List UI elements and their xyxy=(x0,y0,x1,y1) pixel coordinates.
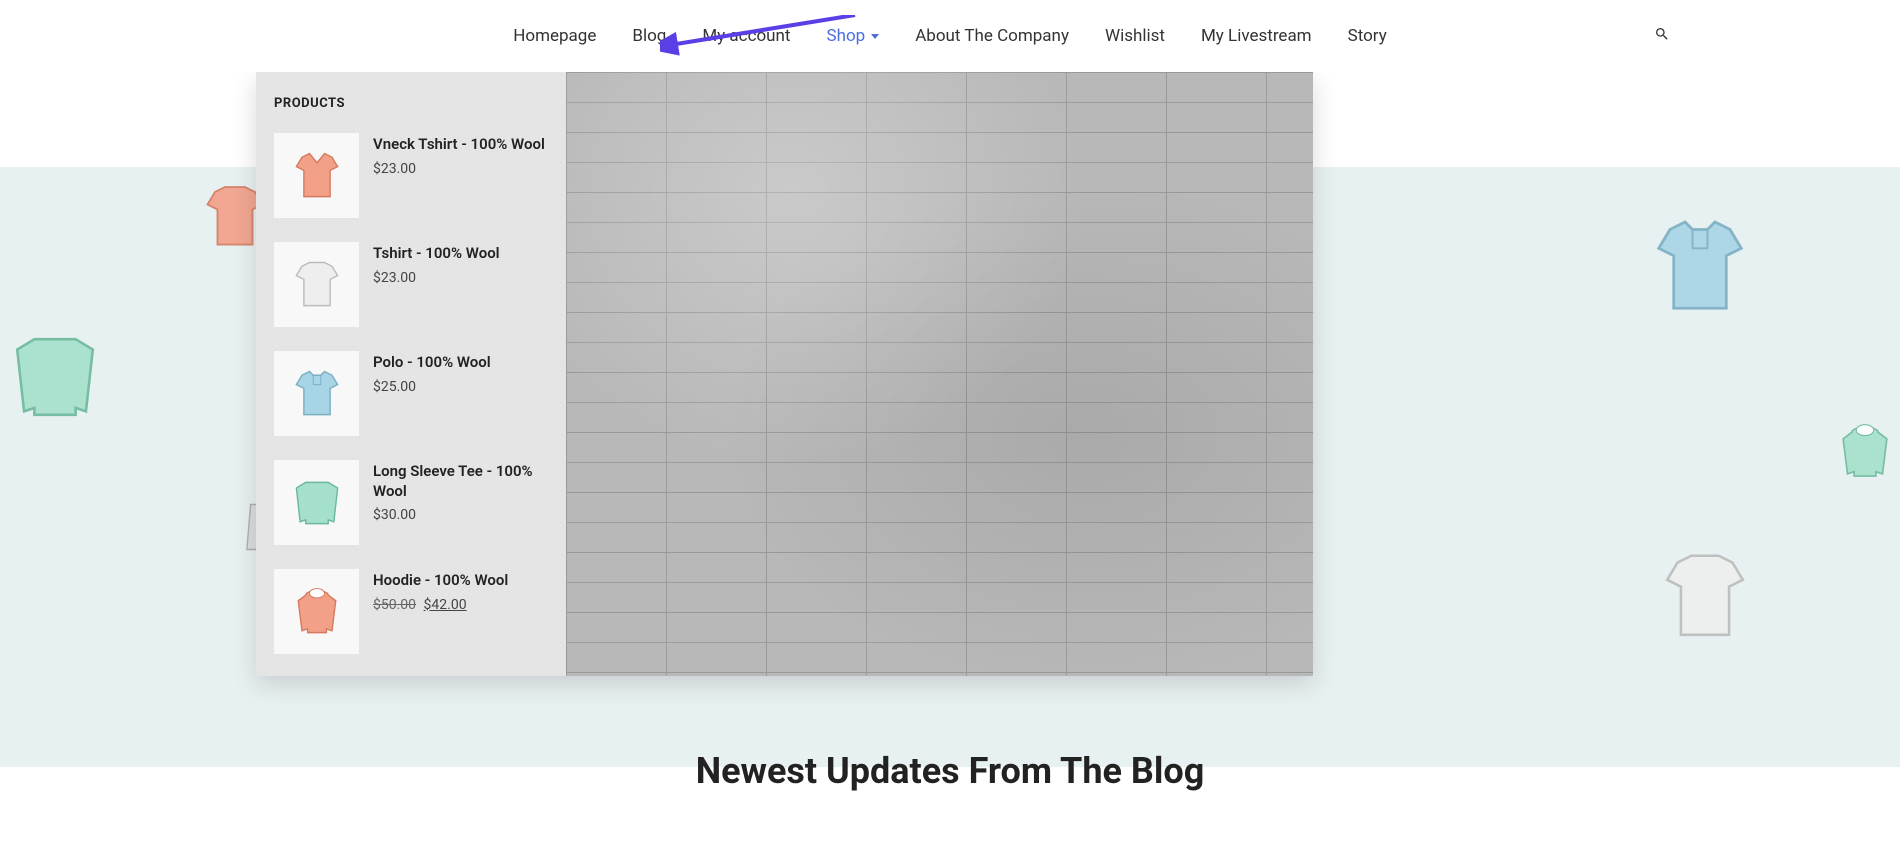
nav-item-homepage[interactable]: Homepage xyxy=(513,26,596,46)
tshirt-grey-illustration-icon xyxy=(1650,537,1760,657)
tshirt-icon xyxy=(287,255,347,315)
product-thumb xyxy=(274,242,359,327)
mega-dropdown-products-column: PRODUCTS Vneck Tshirt - 100% Wool $23.00… xyxy=(256,72,566,676)
blog-section-heading: Newest Updates From The Blog xyxy=(696,750,1205,792)
product-name: Long Sleeve Tee - 100% Wool xyxy=(373,462,548,501)
product-info: Vneck Tshirt - 100% Wool $23.00 xyxy=(373,133,548,177)
search-button[interactable] xyxy=(1654,26,1670,46)
product-info: Long Sleeve Tee - 100% Wool $30.00 xyxy=(373,460,548,523)
hoodie-icon xyxy=(287,582,347,642)
product-thumb xyxy=(274,460,359,545)
product-name: Tshirt - 100% Wool xyxy=(373,244,548,264)
vneck-tshirt-icon xyxy=(287,146,347,206)
nav-item-my-account[interactable]: My account xyxy=(702,26,790,46)
product-thumb xyxy=(274,351,359,436)
product-price-old: $50.00 xyxy=(373,597,416,613)
search-icon xyxy=(1654,26,1670,42)
product-item-hoodie[interactable]: Hoodie - 100% Wool $50.00 $42.00 xyxy=(274,569,548,654)
nav-item-blog[interactable]: Blog xyxy=(632,26,666,46)
shop-mega-dropdown: PRODUCTS Vneck Tshirt - 100% Wool $23.00… xyxy=(256,72,1313,676)
nav-item-about-the-company[interactable]: About The Company xyxy=(915,26,1069,46)
product-info: Tshirt - 100% Wool $23.00 xyxy=(373,242,548,286)
product-info: Polo - 100% Wool $25.00 xyxy=(373,351,548,395)
product-price: $23.00 xyxy=(373,270,548,286)
nav-item-wishlist[interactable]: Wishlist xyxy=(1105,26,1165,46)
product-item-long-sleeve-tee[interactable]: Long Sleeve Tee - 100% Wool $30.00 xyxy=(274,460,548,545)
product-price: $30.00 xyxy=(373,507,548,523)
brick-wall-background xyxy=(566,72,1313,676)
product-price: $25.00 xyxy=(373,379,548,395)
nav-item-shop-label: Shop xyxy=(827,26,866,46)
product-price-new: $42.00 xyxy=(424,597,467,613)
mega-dropdown-heading: PRODUCTS xyxy=(274,96,548,111)
product-name: Polo - 100% Wool xyxy=(373,353,548,373)
product-item-tshirt[interactable]: Tshirt - 100% Wool $23.00 xyxy=(274,242,548,327)
product-price: $23.00 xyxy=(373,161,548,177)
chevron-down-icon xyxy=(871,34,879,39)
product-item-polo[interactable]: Polo - 100% Wool $25.00 xyxy=(274,351,548,436)
product-name: Vneck Tshirt - 100% Wool xyxy=(373,135,548,155)
polo-illustration-icon xyxy=(1640,197,1760,337)
longsleeve-icon xyxy=(287,473,347,533)
mega-dropdown-feature-image xyxy=(566,72,1313,676)
hoodie-illustration-icon xyxy=(1830,387,1900,517)
product-price: $50.00 $42.00 xyxy=(373,597,548,613)
product-name: Hoodie - 100% Wool xyxy=(373,571,548,591)
nav-items-container: Homepage Blog My account Shop About The … xyxy=(513,26,1387,46)
nav-item-story[interactable]: Story xyxy=(1348,26,1387,46)
product-thumb xyxy=(274,133,359,218)
nav-item-shop[interactable]: Shop xyxy=(827,26,880,46)
polo-icon xyxy=(287,364,347,424)
product-info: Hoodie - 100% Wool $50.00 $42.00 xyxy=(373,569,548,613)
product-thumb xyxy=(274,569,359,654)
top-navigation: Homepage Blog My account Shop About The … xyxy=(0,0,1900,72)
product-item-vneck-tshirt[interactable]: Vneck Tshirt - 100% Wool $23.00 xyxy=(274,133,548,218)
longsleeve-illustration-icon xyxy=(0,317,110,437)
nav-item-my-livestream[interactable]: My Livestream xyxy=(1201,26,1312,46)
